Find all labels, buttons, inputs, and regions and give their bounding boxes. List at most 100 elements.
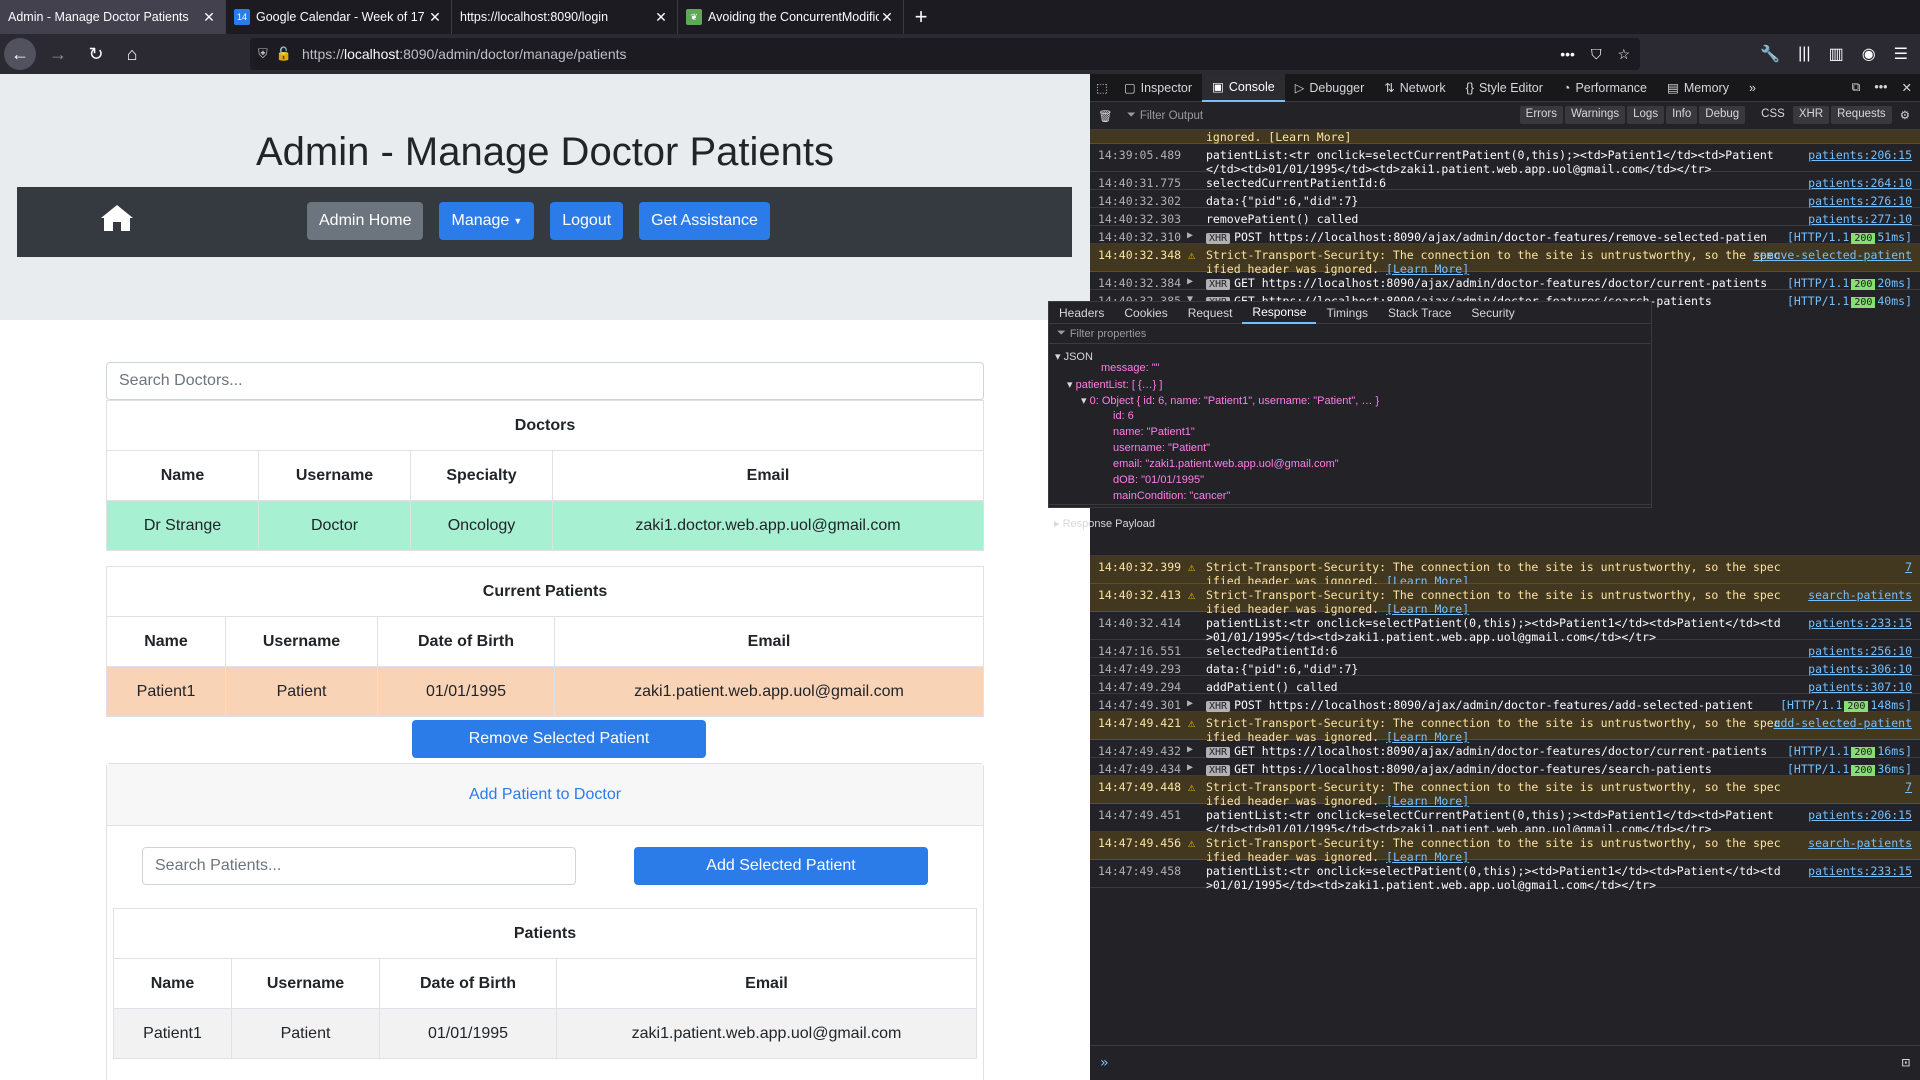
log-source-link[interactable]: patients:206:15: [1808, 148, 1912, 162]
filter-chip-requests[interactable]: Requests: [1831, 106, 1892, 124]
filter-chip-debug[interactable]: Debug: [1699, 106, 1746, 124]
log-source-link[interactable]: patients:276:10: [1808, 194, 1912, 208]
close-icon[interactable]: ✕: [201, 9, 217, 26]
home-icon[interactable]: [100, 203, 134, 238]
filter-output-input[interactable]: Filter Output: [1140, 110, 1203, 122]
account-icon[interactable]: ◉: [1862, 44, 1876, 64]
collapsed-arrow-icon[interactable]: ▶: [1187, 698, 1193, 709]
close-icon[interactable]: ✕: [653, 9, 669, 26]
close-icon[interactable]: ✕: [879, 9, 895, 26]
search-doctors-input[interactable]: Search Doctors...: [106, 362, 984, 400]
devtools-tab-memory[interactable]: ▤ Memory: [1657, 74, 1739, 102]
bookmark-star-icon[interactable]: ☆: [1617, 46, 1630, 63]
home-button[interactable]: ⌂: [116, 38, 148, 70]
log-source-link[interactable]: patients:277:10: [1808, 212, 1912, 226]
wrench-icon[interactable]: 🔧: [1760, 44, 1780, 64]
net-tab-request[interactable]: Request: [1178, 302, 1243, 324]
pocket-icon[interactable]: ⛉: [1591, 46, 1602, 63]
library-icon[interactable]: |||: [1798, 45, 1810, 63]
manage-dropdown-button[interactable]: Manage ▼: [439, 202, 535, 240]
admin-home-button[interactable]: Admin Home: [307, 202, 424, 240]
filter-chip-info[interactable]: Info: [1666, 106, 1698, 124]
more-actions-icon[interactable]: •••: [1560, 46, 1575, 63]
net-tab-security[interactable]: Security: [1461, 302, 1524, 324]
request-url[interactable]: https://localhost:8090/ajax/admin/doctor…: [1262, 276, 1766, 290]
add-patient-card-header[interactable]: Add Patient to Doctor: [107, 764, 983, 826]
console-xhr-row[interactable]: 14:47:49.434 ▶ XHR GET https://localhost:80…: [1090, 758, 1920, 776]
add-selected-patient-button[interactable]: Add Selected Patient: [634, 847, 928, 885]
request-url[interactable]: https://localhost:8090/ajax/admin/doctor…: [1269, 230, 1766, 244]
response-payload-row[interactable]: ▸ Response Payload: [1054, 517, 1155, 530]
filter-chip-warnings[interactable]: Warnings: [1564, 106, 1626, 124]
browser-tab-calendar[interactable]: 14 Google Calendar - Week of 17 M ✕: [226, 0, 452, 34]
console-input[interactable]: » ⊡: [1090, 1045, 1920, 1080]
filter-chip-css[interactable]: CSS: [1755, 106, 1791, 124]
request-url[interactable]: https://localhost:8090/ajax/admin/doctor…: [1262, 744, 1766, 758]
log-source-link[interactable]: search-patients: [1808, 836, 1912, 850]
log-source-link[interactable]: patients:307:10: [1808, 680, 1912, 694]
net-tab-cookies[interactable]: Cookies: [1114, 302, 1177, 324]
console-xhr-row[interactable]: 14:47:49.432 ▶ XHR GET https://localhost:80…: [1090, 740, 1920, 758]
net-tab-headers[interactable]: Headers: [1049, 302, 1114, 324]
table-row[interactable]: Dr Strange Doctor Oncology zaki1.doctor.…: [106, 500, 984, 551]
trash-icon[interactable]: 🗑: [1098, 109, 1113, 123]
request-url[interactable]: https://localhost:8090/ajax/admin/doctor…: [1269, 698, 1754, 712]
browser-tab-active[interactable]: Admin - Manage Doctor Patients ✕: [0, 0, 226, 34]
log-source-link[interactable]: patients:233:15: [1808, 864, 1912, 878]
reload-button[interactable]: ↻: [80, 38, 112, 70]
overflow-chevron-icon[interactable]: »: [1739, 74, 1766, 102]
net-tab-stack-trace[interactable]: Stack Trace: [1378, 302, 1461, 324]
console-xhr-row[interactable]: 14:40:32.384 ▶ XHR GET https://localhost:80…: [1090, 272, 1920, 290]
card-header-link[interactable]: Add Patient to Doctor: [469, 786, 621, 804]
tracking-protection-icon[interactable]: ⛨: [258, 46, 268, 62]
log-source-link[interactable]: patients:306:10: [1808, 662, 1912, 676]
element-picker-icon[interactable]: ⬚: [1090, 74, 1114, 102]
collapsed-arrow-icon[interactable]: ▶: [1187, 230, 1193, 241]
get-assistance-button[interactable]: Get Assistance: [639, 202, 770, 240]
net-tab-timings[interactable]: Timings: [1316, 302, 1378, 324]
log-source-link[interactable]: patients:233:15: [1808, 616, 1912, 630]
console-xhr-row[interactable]: 14:47:49.301 ▶ XHR POST https://localhost:8…: [1090, 694, 1920, 712]
devtools-tab-inspector[interactable]: ▢ Inspector: [1114, 74, 1202, 102]
search-patients-input[interactable]: Search Patients...: [142, 847, 576, 885]
json-patientlist-row[interactable]: ▾ patientList: [ {…} ]: [1067, 378, 1162, 391]
table-row[interactable]: Patient1 Patient 01/01/1995 zaki1.patien…: [113, 1008, 977, 1059]
split-console-icon[interactable]: ⊡: [1902, 1055, 1910, 1071]
more-options-icon[interactable]: •••: [1874, 80, 1887, 95]
remove-selected-patient-button[interactable]: Remove Selected Patient: [412, 720, 706, 758]
devtools-tab-console[interactable]: ▣ Console: [1202, 73, 1285, 102]
url-bar[interactable]: ⛨ 🔓 https://localhost:8090/admin/doctor/m…: [250, 38, 1640, 70]
log-source-link[interactable]: remove-selected-patient: [1753, 248, 1912, 262]
browser-tab-stackoverflow[interactable]: ❦ Avoiding the ConcurrentModific ✕: [678, 0, 904, 34]
filter-chip-errors[interactable]: Errors: [1519, 106, 1563, 124]
json-root-row[interactable]: ▾ JSON: [1055, 350, 1093, 363]
devtools-tab-performance[interactable]: ◔ Performance: [1553, 74, 1657, 102]
console-xhr-row[interactable]: 14:40:32.310 ▶ XHR POST https://localhost:8…: [1090, 226, 1920, 244]
devtools-tab-network[interactable]: ⇅ Network: [1374, 74, 1455, 102]
close-icon[interactable]: ✕: [427, 9, 443, 26]
devtools-tab-debugger[interactable]: ▷ Debugger: [1285, 74, 1375, 102]
filter-chip-logs[interactable]: Logs: [1627, 106, 1665, 124]
json-object-row[interactable]: ▾ 0: Object { id: 6, name: "Patient1", u…: [1081, 394, 1379, 407]
log-source-link[interactable]: 7: [1905, 780, 1912, 794]
collapsed-arrow-icon[interactable]: ▶: [1187, 744, 1193, 755]
collapsed-arrow-icon[interactable]: ▶: [1187, 276, 1193, 287]
new-tab-button[interactable]: +: [904, 0, 938, 34]
browser-tab-login[interactable]: https://localhost:8090/login ✕: [452, 0, 678, 34]
net-tab-response[interactable]: Response: [1242, 302, 1317, 324]
sidebar-icon[interactable]: ▥: [1829, 44, 1844, 64]
table-row[interactable]: Patient1 Patient 01/01/1995 zaki1.patien…: [106, 666, 984, 717]
log-source-link[interactable]: patients:264:10: [1808, 176, 1912, 190]
settings-gear-icon[interactable]: ⚙: [1894, 106, 1916, 124]
log-source-link[interactable]: patients:206:15: [1808, 808, 1912, 822]
request-url[interactable]: https://localhost:8090/ajax/admin/doctor…: [1262, 762, 1712, 776]
filter-properties-input[interactable]: ⏷ Filter properties: [1049, 324, 1651, 344]
back-button[interactable]: ←: [4, 38, 36, 70]
logout-button[interactable]: Logout: [550, 202, 624, 240]
dock-icon[interactable]: ⧉: [1851, 80, 1860, 95]
log-source-link[interactable]: patients:256:10: [1808, 644, 1912, 658]
menu-icon[interactable]: ☰: [1894, 44, 1908, 64]
devtools-tab-style-editor[interactable]: {} Style Editor: [1456, 74, 1553, 102]
log-source-link[interactable]: add-selected-patient: [1774, 716, 1912, 730]
lock-warning-icon[interactable]: 🔓: [276, 46, 292, 62]
